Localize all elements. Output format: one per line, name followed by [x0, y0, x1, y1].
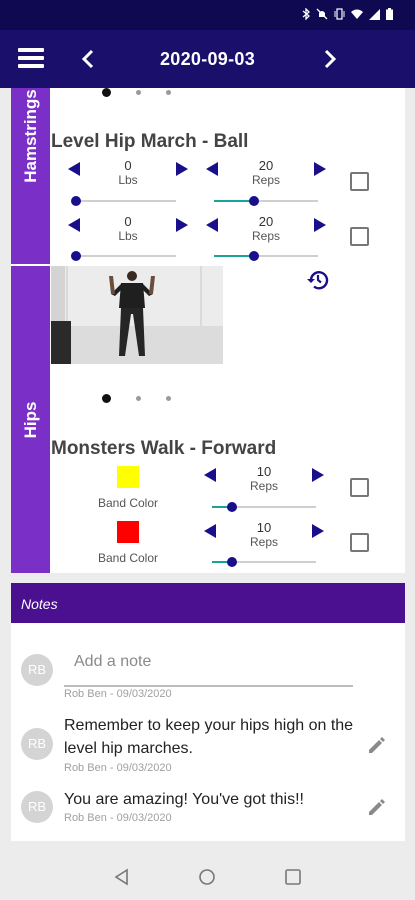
increase-arrow-icon[interactable]: [176, 218, 188, 232]
mute-icon: [316, 8, 328, 20]
home-icon[interactable]: [197, 867, 217, 887]
increase-arrow-icon[interactable]: [312, 468, 324, 482]
band-color-label: Band Color: [97, 496, 159, 510]
system-navigation-bar: [0, 852, 415, 900]
back-icon[interactable]: [112, 867, 132, 887]
reps-unit: Reps: [249, 479, 278, 493]
chevron-right-icon[interactable]: [318, 47, 340, 71]
section-tab-hamstrings: Hamstrings: [11, 88, 50, 264]
carousel-dot[interactable]: [166, 396, 171, 401]
section-tab-hips: Hips: [11, 266, 50, 573]
reps-stepper[interactable]: 10 Reps: [204, 520, 324, 554]
decrease-arrow-icon[interactable]: [204, 468, 216, 482]
pencil-icon[interactable]: [367, 735, 387, 755]
weight-value: 0: [124, 158, 132, 173]
exercise-title: Level Hip March - Ball: [51, 131, 249, 152]
exercise-video-thumbnail[interactable]: [51, 266, 223, 364]
history-icon[interactable]: [306, 268, 330, 292]
carousel-dots: [102, 88, 171, 97]
set-complete-checkbox[interactable]: [350, 172, 369, 191]
reps-slider[interactable]: [214, 195, 318, 207]
weight-unit: Lbs: [118, 173, 138, 187]
status-icons: [302, 8, 393, 20]
carousel-dots: [102, 394, 171, 403]
carousel-dot[interactable]: [102, 394, 111, 403]
decrease-arrow-icon[interactable]: [68, 218, 80, 232]
reps-unit: Reps: [251, 173, 280, 187]
reps-value: 10: [256, 464, 272, 479]
signal-icon: [369, 8, 380, 20]
wifi-icon: [351, 9, 363, 19]
weight-unit: Lbs: [118, 229, 138, 243]
weight-stepper[interactable]: 0 Lbs: [68, 214, 188, 248]
exercise-title: Monsters Walk - Forward: [51, 438, 277, 459]
decrease-arrow-icon[interactable]: [204, 524, 216, 538]
notes-card: Notes RB Add a note Rob Ben - 09/03/2020…: [11, 583, 405, 841]
weight-slider[interactable]: [71, 195, 176, 207]
reps-stepper[interactable]: 20 Reps: [206, 214, 326, 248]
reps-value: 20: [258, 158, 274, 173]
vibrate-icon: [334, 8, 345, 20]
note-text: You are amazing! You've got this!!: [64, 791, 304, 808]
increase-arrow-icon[interactable]: [312, 524, 324, 538]
section-label: Hips: [20, 401, 40, 438]
add-note-input[interactable]: Add a note: [64, 643, 353, 689]
pencil-icon[interactable]: [367, 797, 387, 817]
bluetooth-icon: [302, 8, 310, 20]
avatar: RB: [21, 791, 53, 823]
note-text: Remember to keep your hips high on the l…: [64, 717, 354, 757]
note-meta: Rob Ben - 09/03/2020: [64, 762, 172, 774]
recents-icon[interactable]: [283, 867, 303, 887]
set-complete-checkbox[interactable]: [350, 533, 369, 552]
date-title: 2020-09-03: [159, 49, 256, 69]
notes-header: Notes: [11, 583, 405, 623]
weight-value: 0: [124, 214, 132, 229]
battery-icon: [386, 8, 393, 20]
set-complete-checkbox[interactable]: [350, 478, 369, 497]
increase-arrow-icon[interactable]: [176, 162, 188, 176]
app-bar: 2020-09-03: [0, 30, 415, 88]
reps-value: 10: [256, 520, 272, 535]
reps-value: 20: [258, 214, 274, 229]
increase-arrow-icon[interactable]: [314, 162, 326, 176]
band-color-swatch[interactable]: [117, 521, 139, 543]
note-meta: Rob Ben - 09/03/2020: [64, 688, 172, 700]
weight-slider[interactable]: [71, 250, 176, 262]
carousel-dot[interactable]: [136, 396, 141, 401]
reps-slider[interactable]: [214, 250, 318, 262]
decrease-arrow-icon[interactable]: [206, 218, 218, 232]
set-complete-checkbox[interactable]: [350, 227, 369, 246]
reps-unit: Reps: [249, 535, 278, 549]
carousel-dot[interactable]: [136, 90, 141, 95]
hamburger-icon[interactable]: [18, 48, 44, 70]
section-label: Hamstrings: [20, 89, 40, 183]
band-color-swatch[interactable]: [117, 466, 139, 488]
band-color-label: Band Color: [97, 551, 159, 565]
avatar: RB: [21, 654, 53, 686]
note-meta: Rob Ben - 09/03/2020: [64, 812, 172, 824]
weight-stepper[interactable]: 0 Lbs: [68, 158, 188, 192]
carousel-dot[interactable]: [102, 88, 111, 97]
chevron-left-icon[interactable]: [78, 47, 100, 71]
status-bar: [0, 0, 415, 30]
increase-arrow-icon[interactable]: [314, 218, 326, 232]
reps-slider[interactable]: [212, 556, 316, 568]
decrease-arrow-icon[interactable]: [206, 162, 218, 176]
reps-stepper[interactable]: 20 Reps: [206, 158, 326, 192]
add-note-placeholder: Add a note: [74, 653, 152, 670]
reps-stepper[interactable]: 10 Reps: [204, 464, 324, 498]
exercise-list: Hamstrings Level Hip March - Ball 0 Lbs …: [11, 88, 405, 573]
reps-slider[interactable]: [212, 501, 316, 513]
decrease-arrow-icon[interactable]: [68, 162, 80, 176]
avatar: RB: [21, 728, 53, 760]
carousel-dot[interactable]: [166, 90, 171, 95]
reps-unit: Reps: [251, 229, 280, 243]
